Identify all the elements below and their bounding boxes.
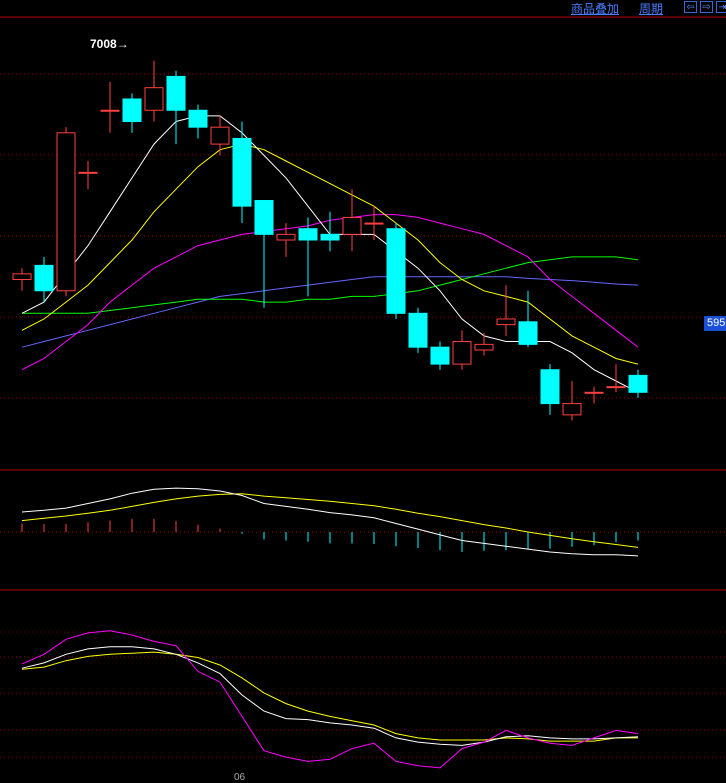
candle-body [584,391,604,394]
candle-body [540,369,560,405]
candle-body [56,132,76,292]
candle-body [232,137,252,207]
candle-body [606,386,626,389]
candlestick [166,70,186,145]
candlestick [474,333,494,356]
candlestick [408,307,428,353]
ma60-line [22,256,639,314]
candlestick [12,268,32,291]
candle-body [100,109,120,112]
candlestick [386,223,406,319]
candlestick [144,60,164,122]
macd-dif-line [21,487,639,557]
candlestick [232,121,252,224]
candle-body [210,126,230,145]
candle-body [430,346,450,365]
candlestick [34,256,54,303]
macd-panel[interactable] [21,487,639,557]
nav-prev-icon[interactable]: ⇦ [684,1,697,13]
nav-end-icon[interactable]: ⇥ [716,1,726,13]
candlestick [100,82,120,133]
price-panel[interactable] [12,60,648,421]
current-price-tag: 595 [704,316,726,331]
kdj-j-line [21,630,639,769]
candle-body [298,228,318,241]
kdj-d-line [21,651,638,742]
candle-body [166,75,186,111]
ma10-line [21,143,639,365]
high-price-marker: 7008→ [90,37,129,51]
stock-chart[interactable] [0,0,726,783]
candle-body [320,233,340,241]
candlestick [320,211,340,252]
candle-body [34,264,54,292]
candle-body [254,200,274,235]
candle-body [386,228,406,314]
kdj-panel[interactable] [21,630,639,769]
candlestick [210,115,230,156]
ma120-line [21,276,639,348]
candle-body [474,343,494,351]
candle-body [408,312,428,348]
candlestick [496,285,516,336]
candlestick [122,93,142,133]
candle-body [364,222,384,225]
candle-body [188,109,208,128]
candlestick [540,364,560,415]
candle-body [342,216,362,235]
overlay-button[interactable]: 商品叠加 [571,0,619,17]
candlestick [518,290,538,348]
candle-body [452,341,472,365]
candlestick [452,330,472,370]
nav-next-icon[interactable]: ⇨ [700,1,713,13]
candle-body [144,87,164,111]
candle-body [122,98,142,123]
x-axis-tick: 06 [234,772,246,783]
ma5-line [21,115,639,393]
candlestick [562,381,582,421]
candlestick [584,386,604,404]
candle-body [12,273,32,280]
candle-body [496,318,516,326]
candlestick [188,104,208,139]
candlestick [628,369,648,398]
candle-body [628,374,648,393]
kdj-k-line [21,646,639,746]
candle-body [276,233,296,241]
period-button[interactable]: 周期 [639,0,663,17]
candle-body [518,321,538,345]
candlestick [430,341,450,370]
candlestick [78,161,98,190]
candlestick [56,127,76,297]
candle-body [78,171,98,174]
candle-body [562,403,582,416]
